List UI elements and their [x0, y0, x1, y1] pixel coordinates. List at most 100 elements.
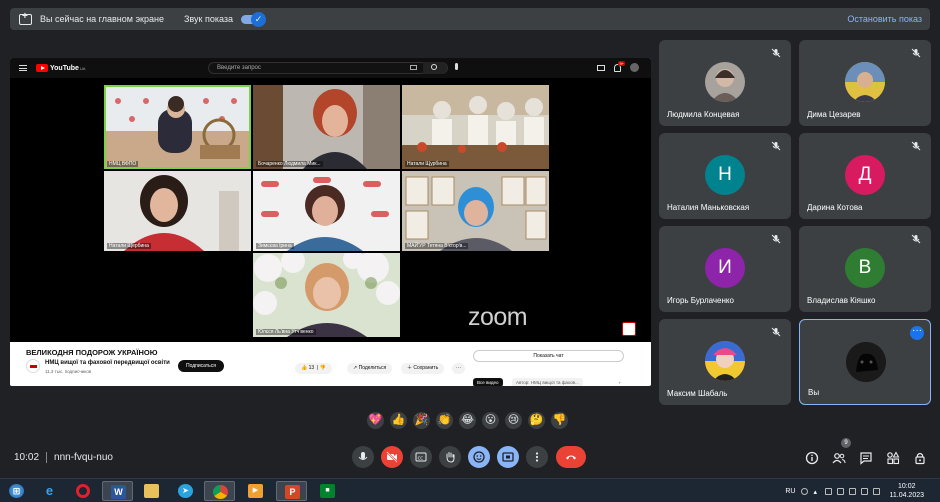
windows-logo-icon: ⊞	[9, 484, 24, 498]
reaction-thumbs-up-icon[interactable]: 👍	[390, 412, 407, 429]
chip-author[interactable]: Автор: НМЦ вищої та фахов...	[512, 378, 583, 386]
reaction-clap-icon[interactable]: 👏	[436, 412, 453, 429]
captions-button[interactable]: cc	[410, 446, 432, 468]
tray-app-icon[interactable]	[837, 487, 845, 495]
mic-button[interactable]	[352, 446, 374, 468]
keyboard-icon[interactable]	[410, 65, 417, 70]
participant-tile[interactable]: В Владислав Кіяшко	[799, 226, 931, 312]
video-player[interactable]: НМЦ ВФПО Бочаренко Людмила Мик... Натали…	[10, 78, 651, 386]
activities-icon[interactable]	[886, 451, 900, 465]
check-icon: ✓	[251, 11, 266, 27]
show-hidden-icons[interactable]: ▴	[813, 488, 820, 496]
participant-tile-self[interactable]: ··· Вы	[799, 319, 931, 405]
avatar	[846, 342, 886, 382]
participant-name: Вы	[808, 388, 820, 397]
taskbar-word[interactable]: W	[102, 481, 133, 501]
chevron-right-icon[interactable]: ›	[615, 378, 625, 386]
youtube-search-input[interactable]: Введите запрос	[208, 62, 448, 74]
channel-avatar[interactable]	[26, 359, 40, 373]
language-indicator[interactable]: RU	[785, 488, 795, 495]
present-button[interactable]	[497, 446, 519, 468]
emoji-button[interactable]	[468, 446, 490, 468]
people-icon[interactable]	[832, 451, 846, 465]
taskbar-ie[interactable]: e	[34, 481, 65, 501]
create-icon[interactable]	[597, 64, 605, 71]
channel-name[interactable]: НМЦ вищої та фахової передвищої освіти	[45, 360, 170, 366]
taskbar-media-player[interactable]: ▶	[240, 481, 271, 501]
participant-name: Людмила Концевая	[667, 110, 740, 119]
youtube-play-icon	[36, 64, 48, 72]
youtube-logo[interactable]: YouTube UA	[36, 64, 85, 72]
like-button[interactable]: 👍 13 | 👎	[295, 363, 332, 374]
reaction-thumbs-down-icon[interactable]: 👎	[551, 412, 568, 429]
participant-tile[interactable]: Д Дарина Котова	[799, 133, 931, 219]
subscribe-button[interactable]: Подписаться	[178, 360, 224, 372]
taskbar-clock[interactable]: 10:02 11.04.2023	[889, 482, 924, 500]
raise-hand-button[interactable]	[439, 446, 461, 468]
taskbar-explorer[interactable]	[136, 481, 167, 501]
participant-tile[interactable]: Максим Шабаль	[659, 319, 791, 405]
avatar-initial: Н	[705, 155, 745, 195]
help-icon[interactable]	[801, 487, 809, 495]
windows-taskbar: ⊞ e W ➤ ▶ P ■ RU ▴ 10:02 11.04.2023	[0, 478, 940, 502]
search-icon[interactable]	[423, 62, 447, 74]
reaction-party-icon[interactable]: 🎉	[413, 412, 430, 429]
reaction-surprised-icon[interactable]: 😮	[482, 412, 499, 429]
reaction-thinking-icon[interactable]: 🤔	[528, 412, 545, 429]
opera-icon	[76, 484, 90, 498]
more-options-button[interactable]	[526, 446, 548, 468]
taskbar-opera[interactable]	[68, 481, 99, 501]
avatar-initial: И	[705, 248, 745, 288]
participant-tile[interactable]: Дима Цезарев	[799, 40, 931, 126]
start-button[interactable]: ⊞	[4, 481, 30, 501]
sound-label: Звук показа	[183, 14, 233, 24]
sound-toggle[interactable]: ✓	[241, 11, 266, 27]
camera-off-icon	[386, 451, 398, 463]
more-options-icon[interactable]: ···	[910, 326, 924, 340]
avatar-initial: В	[845, 248, 885, 288]
leave-call-button[interactable]	[556, 446, 586, 468]
taskbar-powerpoint[interactable]: P	[276, 481, 307, 501]
powerpoint-icon: P	[285, 485, 300, 499]
captions-icon: cc	[415, 452, 427, 462]
taskbar-meet[interactable]: ■	[312, 481, 343, 501]
tray-app-icon[interactable]	[825, 487, 833, 495]
reaction-heart-icon[interactable]: 💖	[367, 412, 384, 429]
tile-name: Юлєся Ль'вна Утч'венко	[256, 329, 316, 335]
menu-icon[interactable]	[19, 65, 27, 71]
share-button[interactable]: ↗ Поделиться	[347, 363, 393, 374]
channel-subscribers: 11,3 тыс. подписчиков	[45, 369, 92, 374]
more-actions-button[interactable]: ···	[452, 363, 465, 374]
participant-tile[interactable]: И Игорь Бурлаченко	[659, 226, 791, 312]
meeting-details: 10:02 nnn-fvqu-nuo	[14, 452, 113, 463]
chip-all-videos[interactable]: Все видео	[473, 378, 503, 386]
save-button[interactable]: ＋ Сохранить	[401, 363, 445, 374]
reaction-sad-icon[interactable]: 😢	[505, 412, 522, 429]
taskbar-chrome[interactable]	[204, 481, 235, 501]
volume-icon[interactable]	[873, 487, 881, 495]
account-avatar[interactable]	[630, 63, 639, 72]
show-chat-button[interactable]: Показать чат	[473, 350, 624, 362]
taskbar-telegram[interactable]: ➤	[170, 481, 201, 501]
tile-name: НМЦ ВФПО	[107, 161, 139, 167]
stop-presenting-button[interactable]: Остановить показ	[847, 14, 922, 24]
more-vert-icon	[535, 452, 539, 462]
voice-search-icon[interactable]	[455, 63, 458, 70]
shared-screen: YouTube UA Введите запрос 9+ НМЦ ВФПО Бо…	[10, 58, 651, 386]
network-icon[interactable]	[861, 487, 869, 495]
camera-off-button[interactable]	[381, 446, 403, 468]
tray-app-icon[interactable]	[849, 487, 857, 495]
meeting-time: 10:02	[14, 452, 40, 463]
notifications-icon[interactable]: 9+	[614, 60, 625, 72]
chat-icon[interactable]	[859, 451, 873, 465]
meeting-code[interactable]: nnn-fvqu-nuo	[54, 452, 113, 463]
host-controls-icon[interactable]	[913, 451, 927, 465]
chrome-icon	[213, 485, 228, 499]
participant-tile[interactable]: Н Наталия Маньковская	[659, 133, 791, 219]
participant-tile[interactable]: Людмила Концевая	[659, 40, 791, 126]
zoom-tile: Зимєєва Ірина	[253, 171, 400, 251]
avatar-initial: Д	[845, 155, 885, 195]
tile-name: Натали Щербина	[107, 243, 151, 249]
reaction-laugh-icon[interactable]: 😂	[459, 412, 476, 429]
info-icon[interactable]	[805, 451, 819, 465]
